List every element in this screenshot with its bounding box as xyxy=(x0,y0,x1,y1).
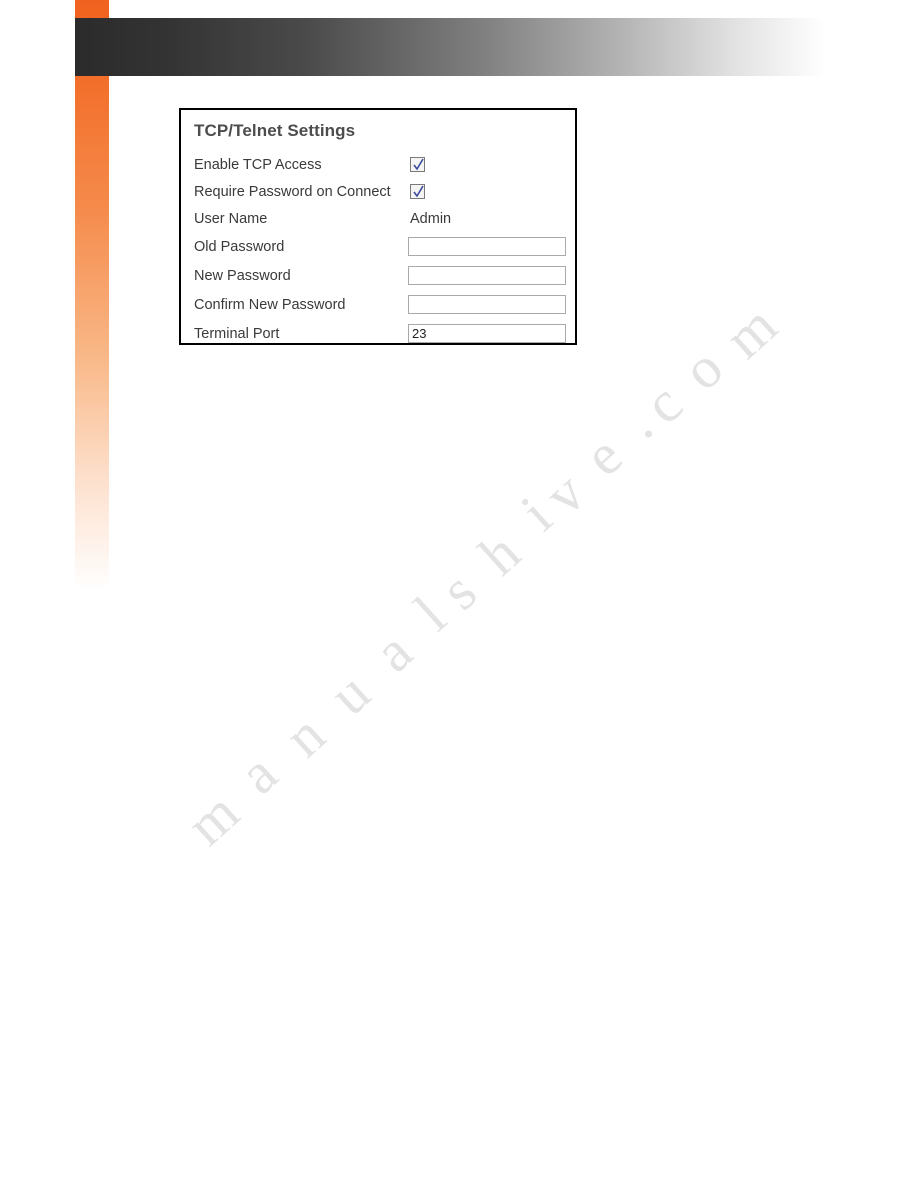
panel-title: TCP/Telnet Settings xyxy=(194,121,356,140)
label-new-password: New Password xyxy=(194,267,291,284)
watermark-char: a xyxy=(226,740,290,807)
watermark-char: . xyxy=(610,392,665,451)
input-confirm-new-password[interactable] xyxy=(408,295,566,314)
watermark-char: i xyxy=(508,483,564,544)
watermark-char: n xyxy=(271,701,338,770)
watermark-char: m xyxy=(712,292,790,371)
watermark-char: c xyxy=(631,370,695,437)
label-user-name: User Name xyxy=(194,210,268,227)
value-user-name: Admin xyxy=(410,210,452,227)
row-terminal-port: Terminal Port xyxy=(194,319,566,348)
input-terminal-port[interactable] xyxy=(408,324,566,343)
watermark-char: l xyxy=(402,583,458,644)
input-new-password[interactable] xyxy=(408,266,566,285)
header-gradient-band xyxy=(75,18,825,76)
input-old-password[interactable] xyxy=(408,237,566,256)
label-require-password-on-connect: Require Password on Connect xyxy=(194,183,391,200)
watermark: m a n u a l s h i v e . c o m xyxy=(150,292,790,890)
row-require-password-on-connect: Require Password on Connect xyxy=(194,178,566,205)
row-user-name: User Name Admin xyxy=(194,205,566,232)
orange-side-band xyxy=(75,0,109,590)
check-icon xyxy=(413,158,424,171)
label-old-password: Old Password xyxy=(194,238,285,255)
watermark-char: v xyxy=(531,459,598,528)
watermark-char: e xyxy=(571,422,635,489)
checkbox-enable-tcp-access[interactable] xyxy=(410,157,425,172)
label-terminal-port: Terminal Port xyxy=(194,325,280,342)
row-confirm-new-password: Confirm New Password xyxy=(194,290,566,319)
check-icon xyxy=(413,185,424,198)
label-enable-tcp-access: Enable TCP Access xyxy=(194,156,322,173)
row-enable-tcp-access: Enable TCP Access xyxy=(194,151,566,178)
tcp-telnet-settings-panel: TCP/Telnet Settings Enable TCP Access Re… xyxy=(179,108,577,345)
label-confirm-new-password: Confirm New Password xyxy=(194,296,346,313)
checkbox-require-password-on-connect[interactable] xyxy=(410,184,425,199)
watermark-char: o xyxy=(669,334,736,403)
row-new-password: New Password xyxy=(194,261,566,290)
watermark-char: h xyxy=(466,519,533,588)
watermark-char: s xyxy=(428,558,489,623)
watermark-char: u xyxy=(316,659,383,728)
watermark-char: a xyxy=(361,618,425,685)
settings-rows: Enable TCP Access Require Password on Co… xyxy=(194,151,566,348)
watermark-char: m xyxy=(174,779,252,858)
row-old-password: Old Password xyxy=(194,232,566,261)
